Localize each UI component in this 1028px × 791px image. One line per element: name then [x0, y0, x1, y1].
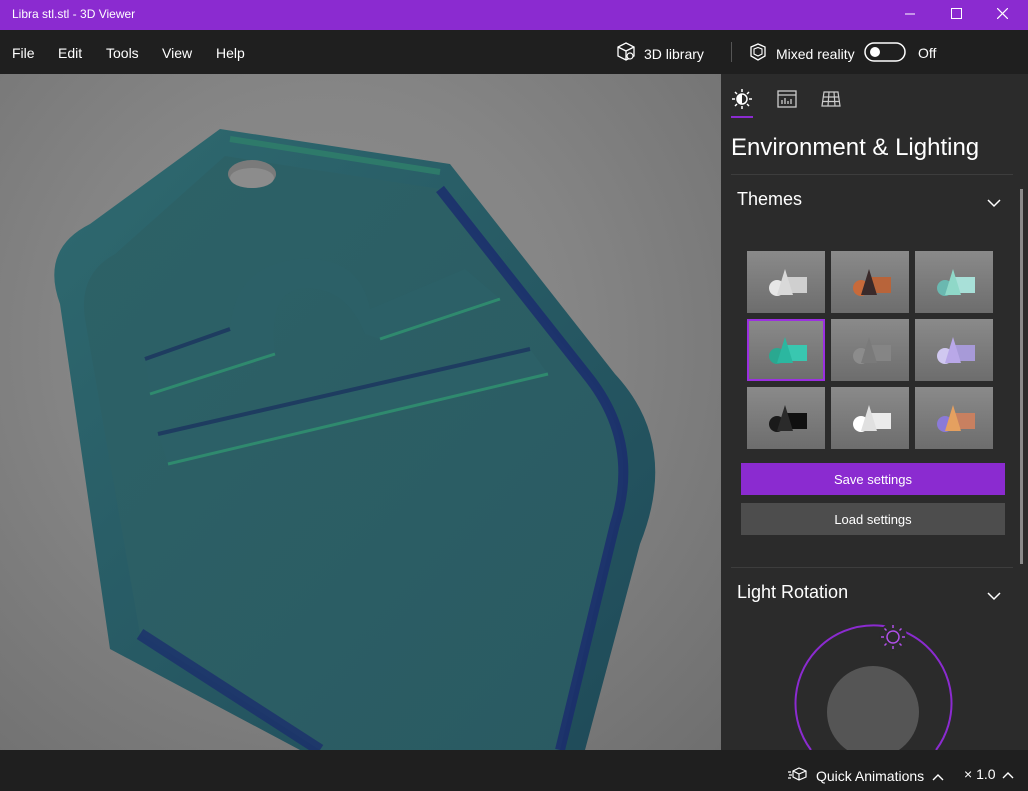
- sun-icon: [731, 89, 753, 114]
- minimize-icon: [905, 6, 915, 24]
- cube-icon: [616, 42, 636, 65]
- mixed-reality-icon: [748, 42, 768, 65]
- theme-thumbnail[interactable]: [747, 319, 825, 381]
- chevron-up-icon: [932, 768, 944, 784]
- theme-thumbnail[interactable]: [831, 319, 909, 381]
- sun-handle-icon[interactable]: [879, 623, 907, 651]
- active-tab-indicator: [731, 116, 753, 118]
- menu-file[interactable]: File: [12, 45, 35, 61]
- divider: [731, 174, 1013, 175]
- mixed-reality-toggle[interactable]: [864, 42, 906, 62]
- tab-stats[interactable]: [776, 88, 798, 110]
- themes-title: Themes: [737, 189, 803, 209]
- menu-tools[interactable]: Tools: [106, 45, 139, 61]
- mixed-reality-label: Mixed reality: [776, 45, 855, 62]
- toolbar-divider: [731, 42, 732, 62]
- divider: [731, 567, 1013, 568]
- close-icon: [996, 6, 1008, 24]
- theme-thumbnail[interactable]: [831, 251, 909, 313]
- maximize-button[interactable]: [933, 0, 979, 30]
- theme-thumbnail[interactable]: [915, 387, 993, 449]
- theme-thumbnail[interactable]: [747, 387, 825, 449]
- maximize-icon: [950, 6, 962, 24]
- light-rotation-title: Light Rotation: [737, 582, 849, 602]
- menu-view[interactable]: View: [162, 45, 192, 61]
- stats-icon: [776, 90, 798, 114]
- theme-grid: [747, 251, 996, 451]
- animation-icon: [788, 766, 808, 785]
- mixed-reality-button[interactable]: Mixed reality: [748, 42, 855, 65]
- light-rotation-dial[interactable]: [791, 619, 956, 750]
- toggle-state-label: Off: [918, 45, 937, 61]
- load-settings-button[interactable]: Load settings: [741, 503, 1005, 535]
- menu-bar: File Edit Tools View Help 3D library Mix…: [0, 30, 1028, 74]
- theme-thumbnail[interactable]: [915, 251, 993, 313]
- 3d-library-label: 3D library: [644, 45, 704, 62]
- theme-thumbnail[interactable]: [831, 387, 909, 449]
- window-title: Libra stl.stl - 3D Viewer: [12, 7, 136, 21]
- theme-thumbnail[interactable]: [747, 251, 825, 313]
- quick-animations-button[interactable]: Quick Animations: [788, 766, 944, 785]
- libra-model[interactable]: [0, 74, 721, 750]
- 3d-library-button[interactable]: 3D library: [616, 42, 704, 65]
- settings-panel: Environment & Lighting Themes Save setti…: [721, 74, 1028, 750]
- save-settings-button[interactable]: Save settings: [741, 463, 1005, 495]
- close-button[interactable]: [979, 0, 1025, 30]
- 3d-viewport[interactable]: [0, 74, 721, 750]
- grid-icon: [820, 91, 842, 114]
- menu-edit[interactable]: Edit: [58, 45, 82, 61]
- animation-speed[interactable]: × 1.0: [964, 766, 1014, 782]
- theme-thumbnail[interactable]: [915, 319, 993, 381]
- chevron-down-icon[interactable]: [987, 588, 1001, 601]
- speed-label: × 1.0: [964, 766, 996, 782]
- quick-animations-label: Quick Animations: [816, 767, 925, 784]
- tab-environment-lighting[interactable]: [731, 88, 753, 110]
- tab-grid[interactable]: [820, 88, 842, 110]
- title-bar: Libra stl.stl - 3D Viewer: [0, 0, 1028, 30]
- panel-scrollbar[interactable]: [1020, 189, 1023, 564]
- chevron-up-icon: [1002, 766, 1014, 782]
- menu-help[interactable]: Help: [216, 45, 245, 61]
- chevron-down-icon[interactable]: [987, 195, 1001, 208]
- status-bar: Quick Animations × 1.0: [0, 750, 1028, 791]
- minimize-button[interactable]: [887, 0, 933, 30]
- panel-heading: Environment & Lighting: [731, 134, 980, 161]
